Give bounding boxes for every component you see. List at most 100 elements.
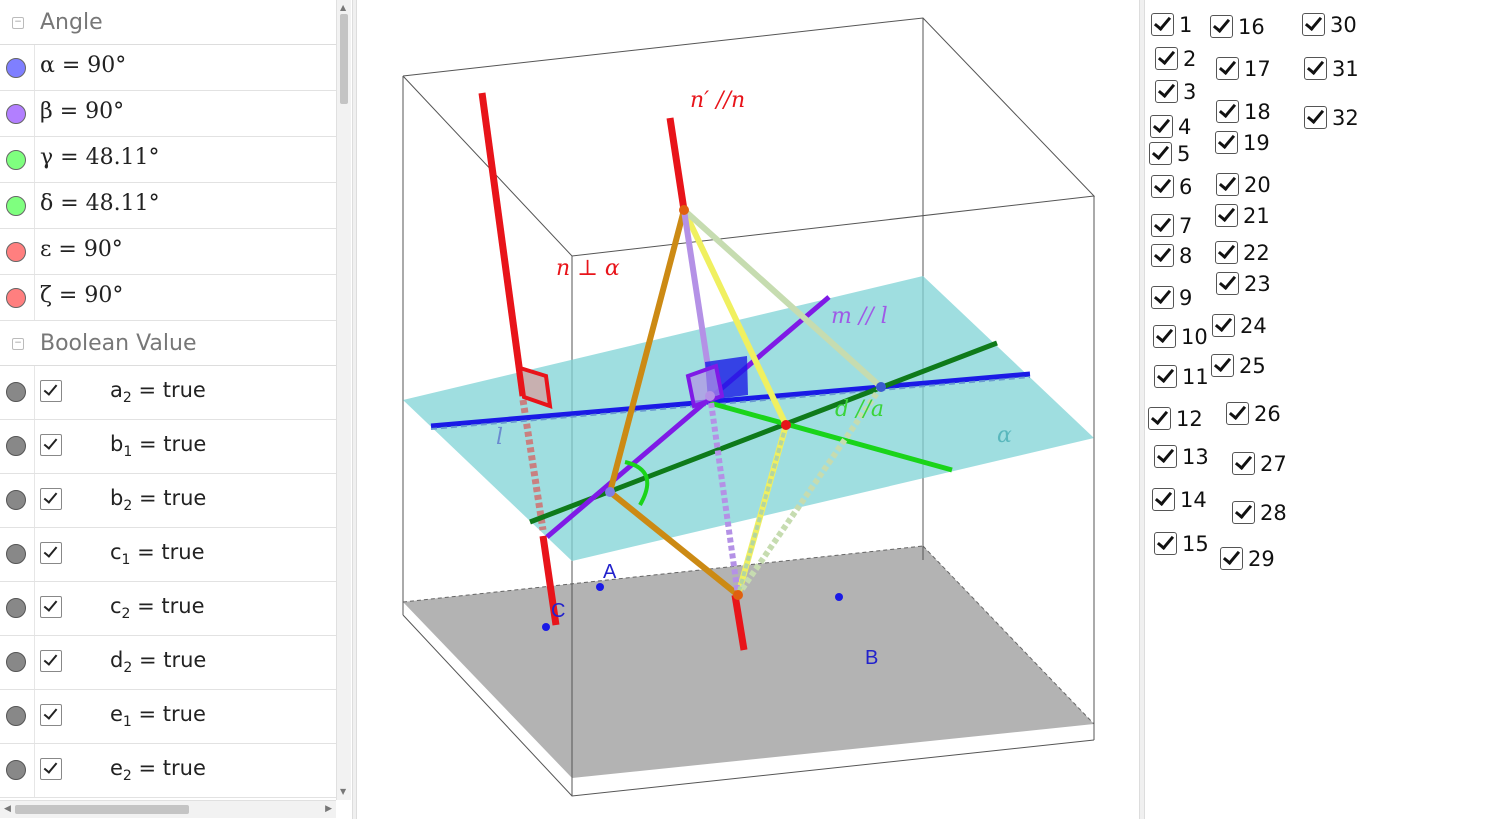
checkbox-box[interactable] (1216, 100, 1239, 123)
visibility-toggle-icon[interactable] (6, 706, 26, 726)
visibility-cell[interactable] (0, 137, 35, 182)
checkbox-box[interactable] (1152, 488, 1175, 511)
visibility-cell[interactable] (0, 744, 35, 797)
horizontal-scrollbar[interactable]: ◀ ▶ (0, 800, 336, 818)
visibility-cell[interactable] (0, 420, 35, 473)
visibility-cell[interactable] (0, 690, 35, 743)
visibility-cell[interactable] (0, 275, 35, 320)
visibility-cell[interactable] (0, 474, 35, 527)
visibility-toggle-icon[interactable] (6, 598, 26, 618)
line-n-prime[interactable] (666, 117, 688, 211)
visibility-toggle-icon[interactable] (6, 382, 26, 402)
scroll-right-icon[interactable]: ▶ (325, 804, 332, 814)
visibility-cell[interactable] (0, 636, 35, 689)
vertical-scrollbar[interactable]: ▲ ▼ (336, 0, 351, 800)
boolean-row[interactable]: b1 = true (0, 420, 336, 474)
checkbox-box[interactable] (1232, 501, 1255, 524)
checkbox-box[interactable] (1215, 241, 1238, 264)
boolean-row[interactable]: e2 = true (0, 744, 336, 798)
scroll-down-icon[interactable]: ▼ (340, 788, 346, 796)
boolean-row[interactable]: c2 = true (0, 582, 336, 636)
checkbox-box[interactable] (1212, 314, 1235, 337)
checkbox-box[interactable] (1216, 272, 1239, 295)
checkbox-box[interactable] (1151, 175, 1174, 198)
checkbox-box[interactable] (1154, 365, 1177, 388)
visibility-cell[interactable] (0, 45, 35, 90)
visibility-cell[interactable] (0, 229, 35, 274)
checkbox-box[interactable] (1150, 115, 1173, 138)
visibility-toggle-icon[interactable] (6, 288, 26, 308)
checkbox-box[interactable] (1155, 80, 1178, 103)
checkbox-box[interactable] (1215, 131, 1238, 154)
visibility-toggle-icon[interactable] (6, 150, 26, 170)
checkbox-box[interactable] (1232, 452, 1255, 475)
visibility-toggle-icon[interactable] (6, 58, 26, 78)
graphics-view[interactable]: 1 2 3 4 5 6 7 8 9 10 11 12 13 14 15 16 17 18 19 20 21 22 23 24 2… (1145, 0, 1511, 819)
checkbox-box[interactable] (1210, 15, 1233, 38)
angle-row[interactable]: γ = 48.11° (0, 137, 336, 183)
boolean-row[interactable]: d2 = true (0, 636, 336, 690)
boolean-row[interactable]: c1 = true (0, 528, 336, 582)
checkbox-box[interactable] (1151, 286, 1174, 309)
checkbox-box[interactable] (1148, 407, 1171, 430)
checkbox-box[interactable] (1216, 173, 1239, 196)
scroll-up-icon[interactable]: ▲ (340, 4, 346, 12)
scroll-thumb[interactable] (340, 14, 348, 104)
point-b[interactable] (835, 593, 843, 601)
visibility-toggle-icon[interactable] (6, 196, 26, 216)
point-c[interactable] (542, 623, 550, 631)
boolean-row[interactable]: e1 = true (0, 690, 336, 744)
checkbox-box[interactable] (1155, 47, 1178, 70)
angle-row[interactable]: β = 90° (0, 91, 336, 137)
angle-row[interactable]: ε = 90° (0, 229, 336, 275)
boolean-checkbox[interactable] (40, 650, 62, 672)
visibility-cell[interactable] (0, 582, 35, 635)
checkbox-box[interactable] (1151, 244, 1174, 267)
visibility-toggle-icon[interactable] (6, 760, 26, 780)
vertex-bottom[interactable] (733, 590, 743, 600)
visibility-toggle-icon[interactable] (6, 436, 26, 456)
visibility-toggle-icon[interactable] (6, 490, 26, 510)
visibility-cell[interactable] (0, 528, 35, 581)
checkbox-box[interactable] (1149, 142, 1172, 165)
checkbox-box[interactable] (1302, 13, 1325, 36)
checkbox-box[interactable] (1154, 445, 1177, 468)
checkbox-box[interactable] (1216, 57, 1239, 80)
checkbox-box[interactable] (1211, 354, 1234, 377)
boolean-checkbox[interactable] (40, 542, 62, 564)
angle-row[interactable]: δ = 48.11° (0, 183, 336, 229)
visibility-cell[interactable] (0, 91, 35, 136)
graphics-3d-view[interactable]: n′ //n n ⊥ α m // l d //a l α A B C (357, 0, 1139, 819)
checkbox-box[interactable] (1304, 106, 1327, 129)
boolean-checkbox[interactable] (40, 488, 62, 510)
collapse-icon[interactable]: − (12, 338, 24, 350)
checkbox-box[interactable] (1220, 547, 1243, 570)
angle-row[interactable]: α = 90° (0, 45, 336, 91)
boolean-checkbox[interactable] (40, 596, 62, 618)
checkbox-box[interactable] (1215, 204, 1238, 227)
visibility-toggle-icon[interactable] (6, 652, 26, 672)
angle-row[interactable]: ζ = 90° (0, 275, 336, 321)
checkbox-box[interactable] (1153, 325, 1176, 348)
visibility-cell[interactable] (0, 183, 35, 228)
visibility-cell[interactable] (0, 366, 35, 419)
boolean-group-header[interactable]: − Boolean Value (0, 321, 336, 366)
angle-group-header[interactable]: − Angle (0, 0, 336, 45)
checkbox-box[interactable] (1154, 532, 1177, 555)
visibility-toggle-icon[interactable] (6, 242, 26, 262)
visibility-toggle-icon[interactable] (6, 544, 26, 564)
boolean-checkbox[interactable] (40, 434, 62, 456)
checkbox-box[interactable] (1304, 57, 1327, 80)
checkbox-box[interactable] (1151, 214, 1174, 237)
boolean-row[interactable]: b2 = true (0, 474, 336, 528)
line-n[interactable] (478, 92, 527, 397)
checkbox-box[interactable] (1226, 402, 1249, 425)
scroll-thumb[interactable] (15, 805, 189, 814)
collapse-icon[interactable]: − (12, 17, 24, 29)
scroll-left-icon[interactable]: ◀ (4, 804, 11, 814)
checkbox-box[interactable] (1151, 13, 1174, 36)
visibility-toggle-icon[interactable] (6, 104, 26, 124)
boolean-checkbox[interactable] (40, 758, 62, 780)
scene-3d[interactable] (357, 0, 1139, 819)
vertex-top[interactable] (679, 205, 689, 215)
